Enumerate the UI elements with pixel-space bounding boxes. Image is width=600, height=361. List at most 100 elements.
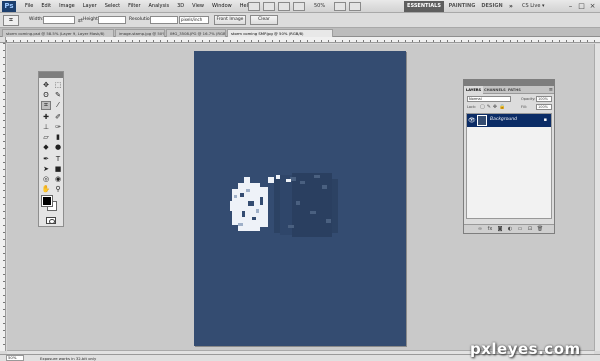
dodge-tool-icon[interactable]: ● <box>53 143 63 152</box>
zoom-level[interactable]: 50% <box>314 3 325 9</box>
blend-mode-select[interactable]: Normal <box>467 96 511 102</box>
resolution-input[interactable] <box>150 16 178 24</box>
tab-paths[interactable]: PATHS <box>506 86 523 94</box>
layers-panel-tabs: LAYERS CHANNELS PATHS ≡ <box>464 86 554 94</box>
3d-rotate-tool-icon[interactable]: ◎ <box>41 175 51 184</box>
shape-tool-icon[interactable]: ■ <box>53 165 63 174</box>
layers-panel: LAYERS CHANNELS PATHS ≡ Normal Opacity: … <box>463 79 555 234</box>
eyedropper-tool-icon[interactable]: ⁄ <box>53 101 63 110</box>
photoshop-logo: Ps <box>2 1 16 12</box>
width-label: Width: <box>29 17 44 22</box>
tab-layers[interactable]: LAYERS <box>464 86 484 94</box>
height-label: Height: <box>83 17 100 22</box>
new-group-icon[interactable]: ▭ <box>516 226 524 233</box>
move-tool-icon[interactable]: ✥ <box>41 81 51 90</box>
new-layer-icon[interactable]: ⊡ <box>526 226 534 233</box>
layer-list: 👁 Background ▪ <box>466 113 552 219</box>
opacity-input[interactable]: 100% <box>536 96 552 102</box>
lock-options-icon[interactable]: ▢✎✥🔒 <box>480 104 507 110</box>
link-layers-icon[interactable]: ∞ <box>476 226 484 233</box>
layer-row-background[interactable]: 👁 Background ▪ <box>467 114 551 127</box>
resolution-unit-select[interactable]: pixels/inch <box>179 16 209 24</box>
eraser-tool-icon[interactable]: ▱ <box>41 133 51 142</box>
status-message: Exposure works in 32-bit only <box>40 356 97 361</box>
tab-storm-coming-psd[interactable]: storm coming.psd @ 58.5% (Layer 9, Layer… <box>2 29 114 37</box>
quick-selection-tool-icon[interactable]: ✎ <box>53 91 63 100</box>
healing-brush-tool-icon[interactable]: ✚ <box>41 113 51 122</box>
document-canvas[interactable] <box>194 51 406 346</box>
panel-menu-icon[interactable]: ≡ <box>549 86 553 94</box>
menu-view[interactable]: View <box>188 0 208 13</box>
lasso-tool-icon[interactable]: ʘ <box>41 91 51 100</box>
foreground-color-swatch[interactable] <box>41 195 53 207</box>
front-image-button[interactable]: Front Image <box>214 15 246 25</box>
minimize-icon[interactable]: – <box>566 2 575 10</box>
crop-tool-icon[interactable]: ⌗ <box>41 101 51 110</box>
menu-analysis[interactable]: Analysis <box>145 0 174 13</box>
screen-mode-icon[interactable] <box>349 2 361 11</box>
gradient-tool-icon[interactable]: ▮ <box>53 133 63 142</box>
hand-tool-icon[interactable] <box>278 2 290 11</box>
close-icon[interactable]: × <box>588 2 597 10</box>
path-selection-tool-icon[interactable]: ➤ <box>41 165 51 174</box>
history-brush-tool-icon[interactable]: ✑ <box>53 123 63 132</box>
tab-img-3508[interactable]: IMG_3508.JPG @ 16.7% (RGB/8) <box>166 29 226 37</box>
vertical-ruler[interactable] <box>0 43 6 351</box>
menu-select[interactable]: Select <box>101 0 124 13</box>
layers-panel-footer: ∞ fx ◙ ◐ ▭ ⊡ 🗑 <box>464 224 554 233</box>
3d-orbit-tool-icon[interactable]: ◉ <box>53 175 63 184</box>
tools-panel-header[interactable] <box>39 72 63 78</box>
menu-bar: Ps File Edit Image Layer Select Filter A… <box>0 0 600 13</box>
status-zoom-input[interactable]: 50% <box>6 355 24 361</box>
tab-storm-coming-smp[interactable]: storm coming SMP.jpg @ 50% (RGB/8) <box>227 29 333 37</box>
width-input[interactable] <box>43 16 75 24</box>
vertical-scrollbar[interactable] <box>594 44 600 351</box>
hand-tool-icon[interactable]: ✋ <box>41 185 51 194</box>
add-mask-icon[interactable]: ◙ <box>496 226 504 233</box>
zoom-tool-icon[interactable]: ⚲ <box>53 185 63 194</box>
layer-thumbnail <box>477 115 487 126</box>
menu-file[interactable]: File <box>21 0 37 13</box>
more-workspaces-button[interactable]: » <box>506 1 516 12</box>
menu-image[interactable]: Image <box>55 0 79 13</box>
trash-icon[interactable]: 🗑 <box>536 226 544 233</box>
brush-tool-icon[interactable]: ✐ <box>53 113 63 122</box>
layer-lock-icon: ▪ <box>543 117 547 123</box>
bridge-icon[interactable] <box>248 2 260 11</box>
blur-tool-icon[interactable]: ◆ <box>41 143 51 152</box>
stamped-object-image <box>230 173 338 237</box>
tab-channels[interactable]: CHANNELS <box>482 86 508 94</box>
maximize-icon[interactable]: □ <box>577 2 586 10</box>
options-bar: ⌗ Width: ⇄ Height: Resolution: pixels/in… <box>0 13 600 28</box>
fill-input[interactable]: 100% <box>536 104 552 110</box>
mini-bridge-icon[interactable] <box>263 2 275 11</box>
quick-mask-icon[interactable] <box>46 217 56 224</box>
visibility-eye-icon[interactable]: 👁 <box>468 117 476 124</box>
menu-edit[interactable]: Edit <box>37 0 55 13</box>
menu-3d[interactable]: 3D <box>173 0 188 13</box>
clear-button[interactable]: Clear <box>250 15 278 25</box>
crop-tool-preset-icon[interactable]: ⌗ <box>3 15 19 26</box>
tab-image-stamp[interactable]: image-stamp.jpg @ 50% (RGB/8) <box>115 29 165 37</box>
layer-name: Background <box>490 117 517 122</box>
menu-layer[interactable]: Layer <box>79 0 101 13</box>
cs-live-button[interactable]: CS Live ▾ <box>522 3 545 9</box>
clone-stamp-tool-icon[interactable]: ⊥ <box>41 123 51 132</box>
workspace-essentials[interactable]: ESSENTIALS <box>404 1 444 12</box>
menu-window[interactable]: Window <box>208 0 236 13</box>
tools-panel: ✥ ⬚ ʘ ✎ ⌗ ⁄ ✚ ✐ ⊥ ✑ ▱ ▮ ◆ ● ✒ T ➤ ■ ◎ ◉ … <box>38 71 64 227</box>
watermark: pxleyes.com <box>470 340 581 358</box>
layer-style-icon[interactable]: fx <box>486 226 494 233</box>
menu-items: File Edit Image Layer Select Filter Anal… <box>21 0 255 13</box>
marquee-tool-icon[interactable]: ⬚ <box>53 81 63 90</box>
workspace-painting[interactable]: PAINTING <box>446 1 478 12</box>
height-input[interactable] <box>98 16 126 24</box>
adjustment-layer-icon[interactable]: ◐ <box>506 226 514 233</box>
horizontal-ruler[interactable] <box>6 37 600 43</box>
menu-filter[interactable]: Filter <box>124 0 144 13</box>
zoom-tool-icon[interactable] <box>293 2 305 11</box>
workspace-design[interactable]: DESIGN <box>479 1 505 12</box>
pen-tool-icon[interactable]: ✒ <box>41 155 51 164</box>
type-tool-icon[interactable]: T <box>53 155 63 164</box>
grid-view-icon[interactable] <box>334 2 346 11</box>
